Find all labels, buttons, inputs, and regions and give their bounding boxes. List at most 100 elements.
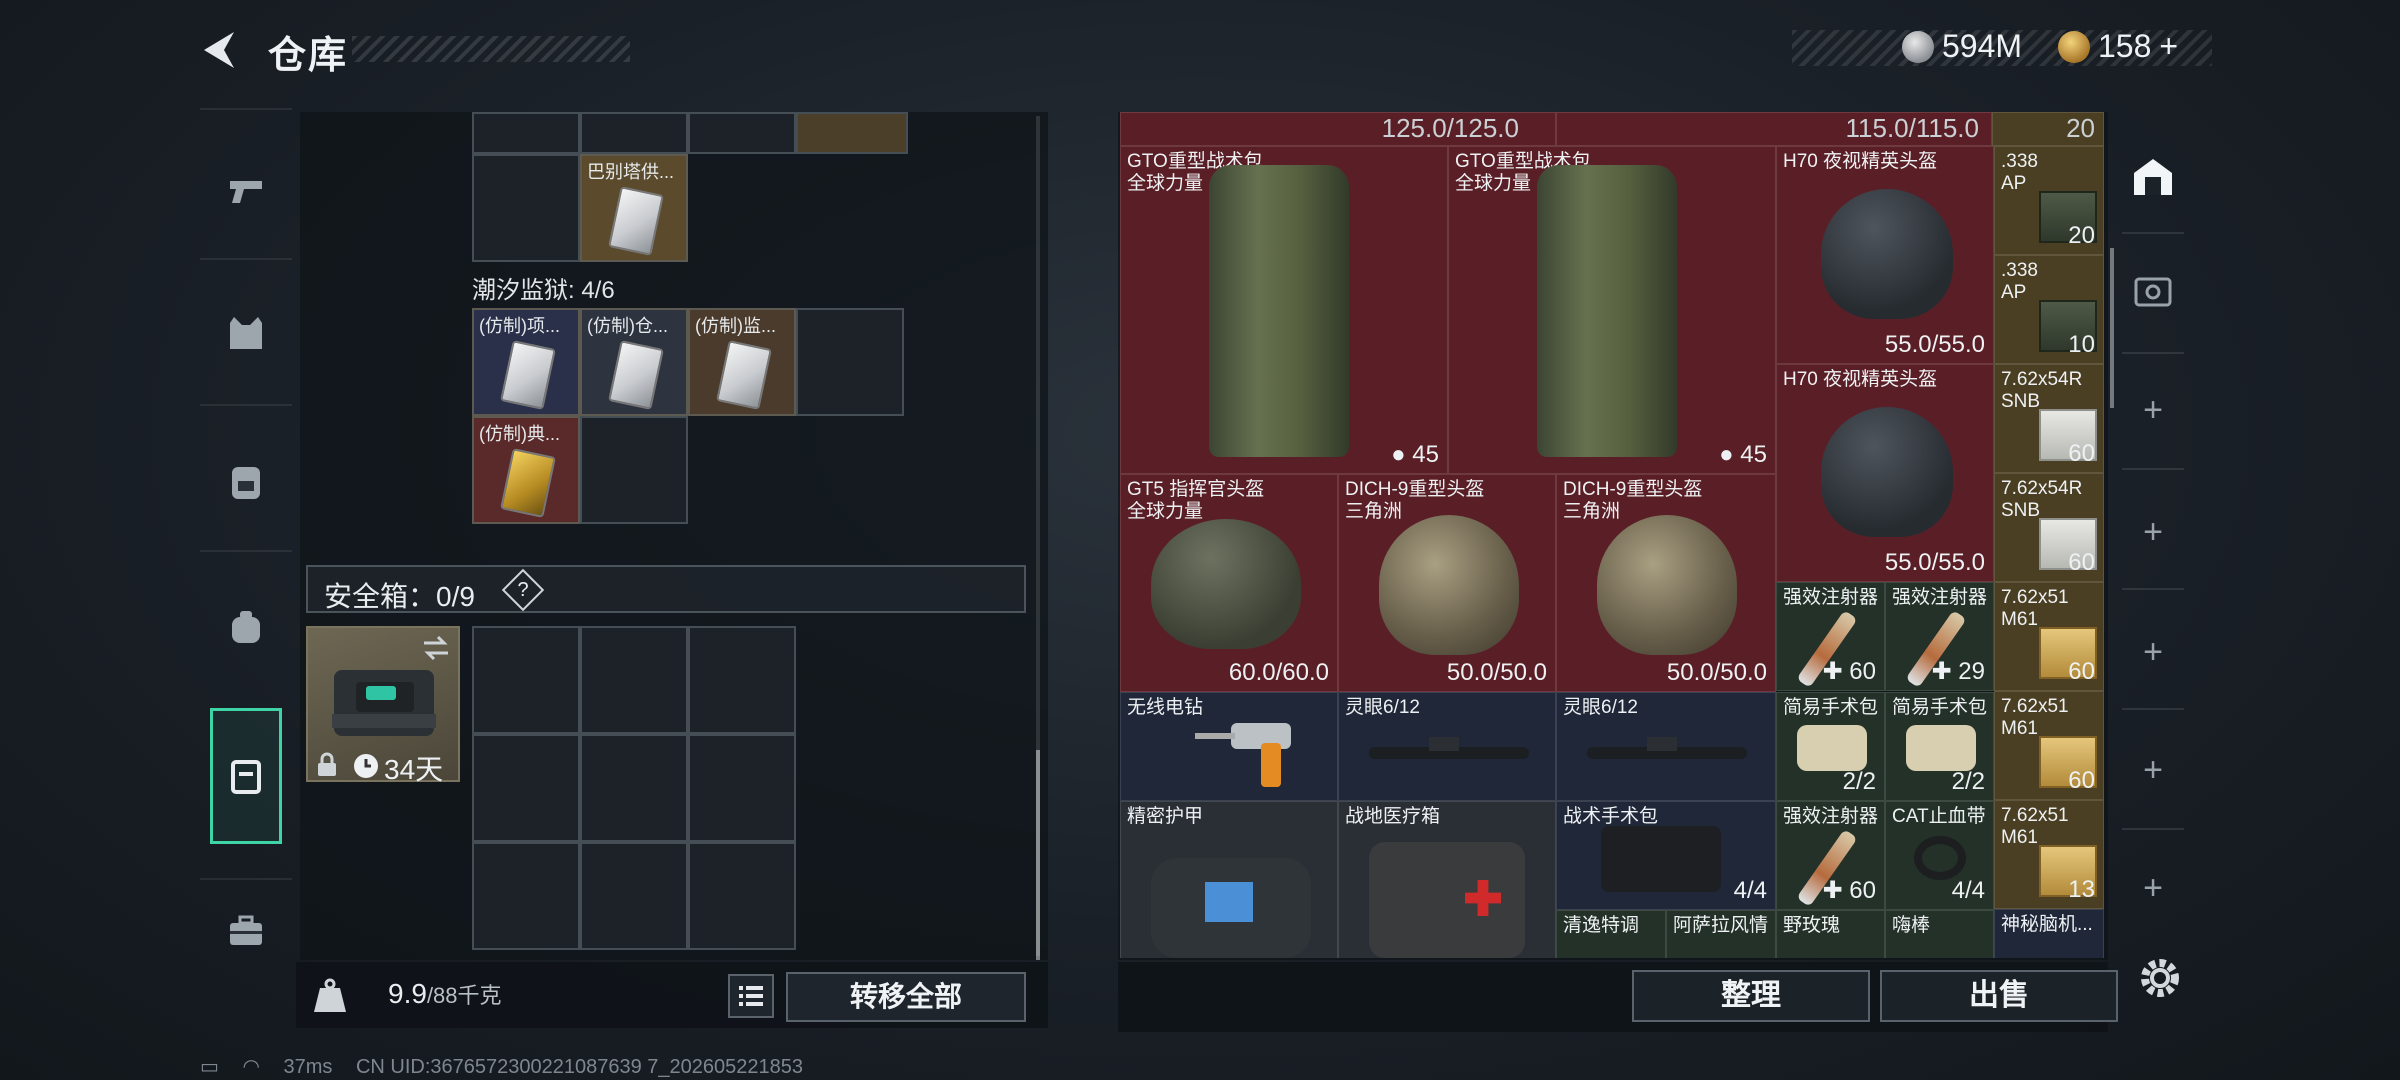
item-scope[interactable]: 灵眼6/12 xyxy=(1338,692,1556,801)
item-ammo-338[interactable]: .338 AP 20 xyxy=(1994,146,2104,255)
back-button[interactable] xyxy=(196,26,244,74)
item-name: H70 夜视精英头盔 xyxy=(1783,151,1938,172)
item-brain-machine[interactable]: 神秘脑机... xyxy=(1994,909,2104,958)
item-h70-helmet[interactable]: H70 夜视精英头盔 55.0/55.0 xyxy=(1776,146,1994,364)
organize-button[interactable]: 整理 xyxy=(1632,970,1870,1022)
grid-cell[interactable] xyxy=(688,112,796,154)
grid-cell[interactable] xyxy=(580,416,688,524)
gold-currency[interactable]: 158 + xyxy=(2058,28,2178,65)
grid-cell[interactable] xyxy=(580,112,688,154)
item-dich9-helmet[interactable]: DICH-9重型头盔 三角洲 50.0/50.0 xyxy=(1338,474,1556,692)
right-scrollbar-thumb[interactable] xyxy=(2110,248,2114,408)
status-bar: ▭ ◠ 37ms CN UID:3676572300221087639 7_20… xyxy=(200,1054,821,1079)
safebox-cell[interactable] xyxy=(580,734,688,842)
drill-icon xyxy=(1195,723,1291,787)
swap-icon[interactable] xyxy=(420,634,452,662)
item-ammo-762x51[interactable]: 7.62x51 M61 60 xyxy=(1994,691,2104,800)
item-drink[interactable]: 阿萨拉风情 xyxy=(1666,910,1776,958)
item-durability: 50.0/50.0 xyxy=(1446,659,1547,686)
help-button[interactable]: ? xyxy=(501,568,545,612)
item-ammo-762x54r[interactable]: 7.62x54R SNB 60 xyxy=(1994,364,2104,473)
list-view-button[interactable] xyxy=(728,974,774,1018)
item-cordless-drill[interactable]: 无线电钻 xyxy=(1120,692,1338,801)
prison-keycard-2[interactable]: (仿制)仓... xyxy=(580,308,688,416)
prison-keycard-3[interactable]: (仿制)监... xyxy=(688,308,796,416)
settings-button[interactable] xyxy=(2134,952,2186,1004)
grid-cell[interactable] xyxy=(796,112,908,154)
nav-safebox[interactable] xyxy=(210,708,282,844)
item-name: GT5 指挥官头盔 全球力量 xyxy=(1127,479,1265,522)
safebox-cell[interactable] xyxy=(688,626,796,734)
weight-unit: /88千克 xyxy=(426,983,502,1008)
item-tactical-surgical-kit[interactable]: 战术手术包 4/4 xyxy=(1556,801,1776,910)
tab-add-4[interactable]: + xyxy=(2116,722,2190,818)
item-field-medkit[interactable]: 战地医疗箱 xyxy=(1338,801,1556,958)
nav-backpack[interactable] xyxy=(210,426,282,536)
ping-text: 37ms xyxy=(283,1056,333,1078)
safebox-cell[interactable] xyxy=(472,626,580,734)
nav-chest-rig[interactable] xyxy=(210,572,282,682)
item-h70-helmet[interactable]: H70 夜视精英头盔 55.0/55.0 xyxy=(1776,364,1994,582)
transfer-all-button[interactable]: 转移全部 xyxy=(786,972,1026,1022)
tab-safehouse[interactable] xyxy=(2116,128,2190,224)
safebox-case-icon xyxy=(332,670,436,736)
add-gold-button[interactable]: + xyxy=(2159,28,2178,65)
item-dich9-helmet[interactable]: DICH-9重型头盔 三角洲 50.0/50.0 xyxy=(1556,474,1776,692)
tab-add-5[interactable]: + xyxy=(2116,840,2190,936)
item-drink[interactable]: 野玫瑰 xyxy=(1776,910,1885,958)
helmet-icon xyxy=(1379,515,1519,655)
item-ammo-762x51[interactable]: 7.62x51 M61 13 xyxy=(1994,800,2104,909)
tab-add-2[interactable]: + xyxy=(2116,484,2190,580)
item-name: 7.62x54R SNB xyxy=(2001,369,2083,412)
left-scrollbar-thumb[interactable] xyxy=(1036,750,1040,960)
nav-armor[interactable] xyxy=(210,278,282,388)
item-stim-injector[interactable]: 强效注射器 ✚ 60 xyxy=(1776,801,1885,910)
item-surgical-kit[interactable]: 简易手术包 2/2 xyxy=(1776,692,1885,801)
tab-vault[interactable] xyxy=(2116,244,2190,340)
tourniquet-icon xyxy=(1914,836,1966,880)
durability-text: 115.0/115.0 xyxy=(1845,113,1980,143)
warehouse-grid: 125.0/125.0 115.0/115.0 20 GTO重型战术包 全球力量 … xyxy=(1120,112,2104,958)
backpack-icon xyxy=(1537,165,1677,457)
item-drink[interactable]: 清逸特调 xyxy=(1556,910,1666,958)
nav-weapons[interactable] xyxy=(210,136,282,246)
item-ammo-338[interactable]: .338 AP 10 xyxy=(1994,255,2104,364)
item-stim-injector[interactable]: 强效注射器 ✚ 29 xyxy=(1885,582,1994,691)
sell-button[interactable]: 出售 xyxy=(1880,970,2118,1022)
grid-cell[interactable] xyxy=(796,308,904,416)
prison-keycard-4[interactable]: (仿制)典... xyxy=(472,416,580,524)
tab-add-1[interactable]: + xyxy=(2116,362,2190,458)
item-gto-backpack[interactable]: GTO重型战术包 全球力量 ● 45 xyxy=(1120,146,1448,474)
safebox-cell[interactable] xyxy=(688,842,796,950)
item-gt5-helmet[interactable]: GT5 指挥官头盔 全球力量 60.0/60.0 xyxy=(1120,474,1338,692)
tower-keycard[interactable]: 巴别塔供... xyxy=(580,154,688,262)
grid-cell[interactable] xyxy=(472,112,580,154)
item-gto-backpack[interactable]: GTO重型战术包 全球力量 ● 45 xyxy=(1448,146,1776,474)
item-ammo-762x51[interactable]: 7.62x51 M61 60 xyxy=(1994,582,2104,691)
grid-cell[interactable] xyxy=(472,154,580,262)
item-ammo-762x54r[interactable]: 7.62x54R SNB 60 xyxy=(1994,473,2104,582)
item-snack[interactable]: 嗨棒 xyxy=(1885,910,1994,958)
grid-item-partial[interactable]: 125.0/125.0 xyxy=(1120,112,1556,146)
item-cat-tourniquet[interactable]: CAT止血带 4/4 xyxy=(1885,801,1994,910)
item-precision-armor[interactable]: 精密护甲 xyxy=(1120,801,1338,958)
tab-add-3[interactable]: + xyxy=(2116,604,2190,700)
safebox-cell[interactable] xyxy=(580,626,688,734)
title-decoration xyxy=(352,36,630,62)
safebox-cell[interactable] xyxy=(580,842,688,950)
keycard-icon xyxy=(716,340,772,410)
pistol-icon xyxy=(230,181,262,203)
nav-toolbox[interactable] xyxy=(210,876,282,986)
gear-icon xyxy=(2141,959,2179,997)
item-scope[interactable]: 灵眼6/12 xyxy=(1556,692,1776,801)
safebox-cell[interactable] xyxy=(688,734,796,842)
safebox-cell[interactable] xyxy=(472,734,580,842)
grid-item-partial[interactable]: 115.0/115.0 xyxy=(1556,112,1992,146)
grid-item-partial[interactable]: 20 xyxy=(1992,112,2104,146)
prison-keycard-1[interactable]: (仿制)项... xyxy=(472,308,580,416)
safebox-cell[interactable] xyxy=(472,842,580,950)
item-surgical-kit[interactable]: 简易手术包 2/2 xyxy=(1885,692,1994,801)
safebox-item[interactable]: 34天 xyxy=(306,626,460,785)
item-stim-injector[interactable]: 强效注射器 ✚ 60 xyxy=(1776,582,1885,691)
item-durability: 50.0/50.0 xyxy=(1666,659,1767,686)
